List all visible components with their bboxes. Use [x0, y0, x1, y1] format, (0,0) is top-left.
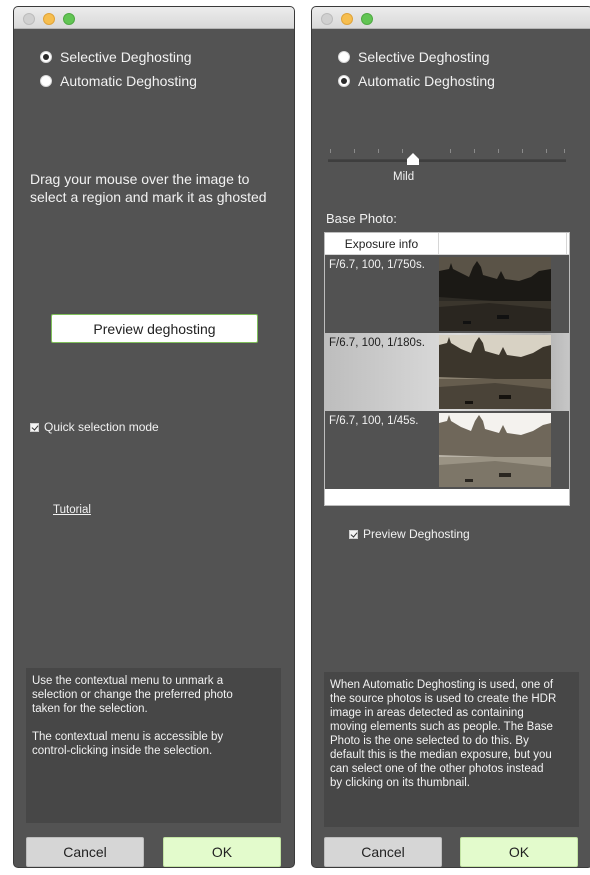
title-bar: [14, 7, 294, 29]
exposure-value: F/6.7, 100, 1/750s.: [329, 259, 425, 271]
radio-automatic-deghosting[interactable]: Automatic Deghosting: [338, 72, 495, 90]
exposure-value: F/6.7, 100, 1/45s.: [329, 415, 419, 427]
checkbox-checked-icon[interactable]: [30, 423, 39, 433]
help-paragraph-1: Use the contextual menu to unmark a sele…: [32, 674, 275, 716]
thumbnail-column-header: [439, 233, 567, 254]
slider-tick: [402, 149, 403, 153]
venice-canal-photo: [439, 413, 551, 487]
close-window-icon[interactable]: [23, 13, 35, 25]
slider-track[interactable]: [328, 159, 566, 162]
radio-automatic-deghosting[interactable]: Automatic Deghosting: [40, 72, 197, 90]
radio-selected-indicator[interactable]: [40, 51, 52, 63]
radio-unselected-indicator[interactable]: [338, 51, 350, 63]
preview-deghosting-checkbox-row[interactable]: Preview Deghosting: [349, 527, 470, 541]
photo-row[interactable]: F/6.7, 100, 1/750s.: [325, 255, 569, 333]
help-line: control-clicking inside the selection.: [32, 745, 213, 757]
minimize-window-icon[interactable]: [341, 13, 353, 25]
slider-thumb-icon[interactable]: [407, 153, 419, 165]
radio-label: Selective Deghosting: [60, 49, 192, 65]
minimize-window-icon[interactable]: [43, 13, 55, 25]
exposure-info-header[interactable]: Exposure info: [325, 233, 439, 254]
ok-button[interactable]: OK: [460, 837, 578, 867]
checkbox-checked-icon[interactable]: [349, 530, 358, 540]
tutorial-link[interactable]: Tutorial: [53, 504, 91, 516]
cancel-button[interactable]: Cancel: [324, 837, 442, 867]
radio-unselected-indicator[interactable]: [40, 75, 52, 87]
radio-label: Automatic Deghosting: [358, 73, 495, 89]
maximize-window-icon[interactable]: [361, 13, 373, 25]
instructions-line-2: select a region and mark it as ghosted: [30, 189, 267, 205]
photo-thumbnail[interactable]: [439, 335, 551, 409]
radio-selected-indicator[interactable]: [338, 75, 350, 87]
help-line: can select one of the other photos inste…: [330, 763, 544, 775]
slider-tick: [354, 149, 355, 153]
base-photo-label: Base Photo:: [326, 211, 397, 226]
help-paragraph-2: The contextual menu is accessible by con…: [32, 730, 275, 758]
help-line: default this is the median exposure, but…: [330, 749, 552, 761]
help-line: image in areas detected as containing: [330, 707, 524, 719]
maximize-window-icon[interactable]: [63, 13, 75, 25]
slider-value-label: Mild: [393, 171, 415, 183]
list-header: Exposure info: [325, 233, 569, 255]
venice-canal-photo: [439, 257, 551, 331]
help-text-box: When Automatic Deghosting is used, one o…: [324, 672, 579, 827]
title-bar: [312, 7, 590, 29]
help-line: the source photos is used to create the …: [330, 693, 557, 705]
radio-label: Selective Deghosting: [358, 49, 490, 65]
slider-tick: [450, 149, 451, 153]
help-line: Use the contextual menu to unmark a: [32, 675, 224, 687]
slider-tick: [522, 149, 523, 153]
help-line: Photo is the one selected to do this. By: [330, 735, 529, 747]
photo-thumbnail[interactable]: [439, 257, 551, 331]
photo-row-selected[interactable]: F/6.7, 100, 1/180s.: [325, 333, 569, 411]
preview-deghosting-button[interactable]: Preview deghosting: [51, 314, 258, 343]
help-line: selection or change the preferred photo: [32, 689, 233, 701]
help-line: moving elements such as people. The Base: [330, 721, 553, 733]
slider-tick: [546, 149, 547, 153]
instructions-line-1: Drag your mouse over the image to: [30, 171, 250, 187]
cancel-button[interactable]: Cancel: [26, 837, 144, 867]
exposure-value: F/6.7, 100, 1/180s.: [329, 337, 425, 349]
slider-tick: [564, 149, 565, 153]
venice-canal-photo: [439, 335, 551, 409]
slider-tick: [378, 149, 379, 153]
help-line: by clicking on its thumbnail.: [330, 777, 470, 789]
slider-tick: [474, 149, 475, 153]
close-window-icon[interactable]: [321, 13, 333, 25]
radio-selective-deghosting[interactable]: Selective Deghosting: [338, 48, 490, 66]
slider-tick: [330, 149, 331, 153]
radio-selective-deghosting[interactable]: Selective Deghosting: [40, 48, 192, 66]
automatic-deghosting-window: Selective Deghosting Automatic Deghostin…: [311, 6, 590, 868]
preview-deghosting-label: Preview Deghosting: [363, 527, 470, 541]
slider-tick: [498, 149, 499, 153]
quick-selection-checkbox-row[interactable]: Quick selection mode: [30, 420, 159, 434]
radio-label: Automatic Deghosting: [60, 73, 197, 89]
selective-deghosting-window: Selective Deghosting Automatic Deghostin…: [13, 6, 295, 868]
help-line: When Automatic Deghosting is used, one o…: [330, 679, 554, 691]
ok-button[interactable]: OK: [163, 837, 281, 867]
quick-selection-label: Quick selection mode: [44, 420, 159, 434]
help-line: taken for the selection.: [32, 703, 148, 715]
help-line: The contextual menu is accessible by: [32, 731, 224, 743]
photo-thumbnail[interactable]: [439, 413, 551, 487]
help-text-box: Use the contextual menu to unmark a sele…: [26, 668, 281, 823]
base-photo-list[interactable]: Exposure info F/6.7, 100, 1/750s. F/6.7,: [324, 232, 570, 506]
photo-row[interactable]: F/6.7, 100, 1/45s.: [325, 411, 569, 489]
